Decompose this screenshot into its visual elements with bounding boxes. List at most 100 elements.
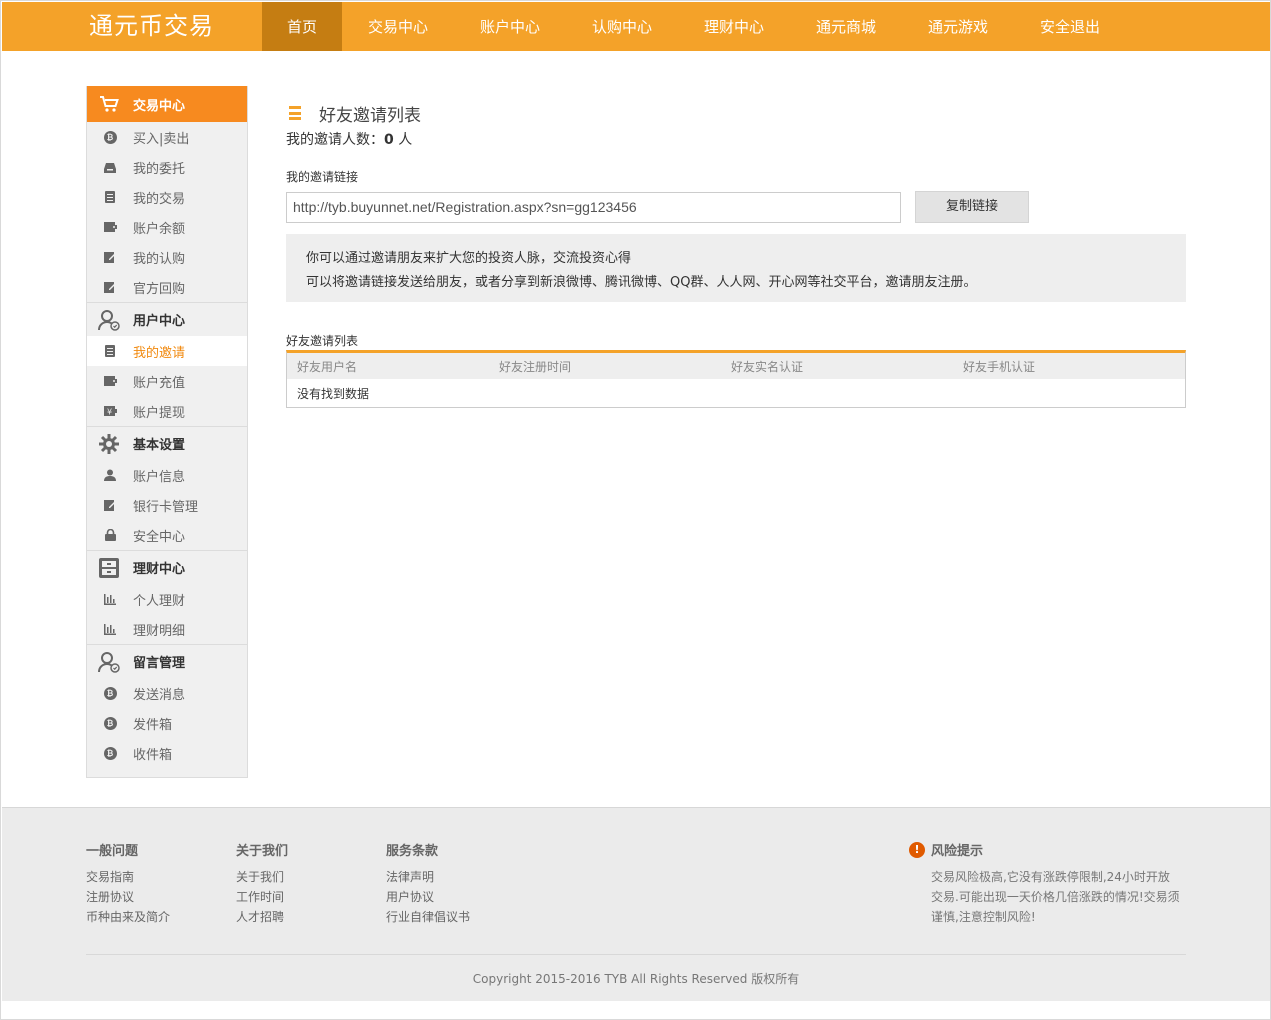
page-title: 好友邀请列表 (286, 101, 1186, 126)
footer-col-faq: 一般问题 交易指南 注册协议 币种由来及简介 (86, 840, 170, 927)
coin-icon: ₿ (103, 686, 117, 700)
sidebar-item-label: 账户充值 (133, 375, 186, 391)
sidebar-item-personal-finance[interactable]: 个人理财 (87, 584, 247, 614)
footer-link[interactable]: 注册协议 (86, 887, 170, 907)
footer-col-title: 服务条款 (386, 844, 439, 859)
footer-link[interactable]: 人才招聘 (236, 907, 288, 927)
footer-col-title: 一般问题 (86, 844, 139, 859)
sidebar-item-label: 账户余额 (133, 221, 186, 237)
sidebar-item-my-invites[interactable]: 我的邀请 (87, 336, 247, 366)
lock-icon (103, 528, 117, 542)
tip-line: 可以将邀请链接发送给朋友，或者分享到新浪微博、腾讯微博、QQ群、人人网、开心网等… (306, 275, 977, 290)
nav-account-center[interactable]: 账户中心 (454, 2, 566, 51)
sidebar-section-title: 留言管理 (133, 656, 186, 671)
edit-icon (103, 250, 117, 264)
sidebar-item-send-message[interactable]: ₿ 发送消息 (87, 678, 247, 708)
sidebar-item-label: 我的邀请 (133, 345, 186, 361)
sidebar: 交易中心 ₿ 买入|卖出 我的委托 我的交易 账户余额 我的认购 官方回购 用户中… (86, 86, 248, 778)
sidebar-item-label: 我的认购 (133, 251, 186, 267)
sidebar-item-buy-sell[interactable]: ₿ 买入|卖出 (87, 122, 247, 152)
sidebar-item-deposit[interactable]: 账户充值 (87, 366, 247, 396)
cart-icon (97, 93, 121, 115)
nav-finance-center[interactable]: 理财中心 (678, 2, 790, 51)
sidebar-item-account-info[interactable]: 账户信息 (87, 460, 247, 490)
wallet-icon (103, 374, 117, 388)
sidebar-item-bank-cards[interactable]: 银行卡管理 (87, 490, 247, 520)
sidebar-item-buyback[interactable]: 官方回购 (87, 272, 247, 302)
sidebar-item-my-subscriptions[interactable]: 我的认购 (87, 242, 247, 272)
column-header: 好友注册时间 (499, 359, 572, 374)
footer-link[interactable]: 工作时间 (236, 887, 288, 907)
sidebar-item-label: 账户提现 (133, 405, 186, 421)
nav-logout[interactable]: 安全退出 (1014, 2, 1126, 51)
document-icon (103, 344, 117, 358)
sidebar-item-balance[interactable]: 账户余额 (87, 212, 247, 242)
sidebar-section-settings[interactable]: 基本设置 (87, 426, 247, 460)
svg-text:¥: ¥ (106, 408, 111, 417)
invite-table-label: 好友邀请列表 (286, 334, 359, 348)
yen-icon: ¥ (103, 404, 117, 418)
footer-col-about: 关于我们 关于我们 工作时间 人才招聘 (236, 840, 288, 927)
sidebar-item-label: 我的委托 (133, 161, 186, 177)
risk-title: ! 风险提示 (909, 840, 1181, 859)
sidebar-item-inbox[interactable]: ₿ 收件箱 (87, 738, 247, 768)
footer-link[interactable]: 法律声明 (386, 867, 470, 887)
list-icon (289, 106, 301, 120)
sidebar-item-label: 理财明细 (133, 623, 186, 639)
table-header: 好友用户名 好友注册时间 好友实名认证 好友手机认证 (287, 353, 1185, 379)
nav-trade-center[interactable]: 交易中心 (342, 2, 454, 51)
sidebar-section-finance[interactable]: 理财中心 (87, 550, 247, 584)
footer-link[interactable]: 行业自律倡议书 (386, 907, 470, 927)
risk-notice: ! 风险提示 交易风险极高,它没有涨跌停限制,24小时开放交易.可能出现一天价格几… (909, 840, 1181, 927)
nav-subscribe-center[interactable]: 认购中心 (566, 2, 678, 51)
brand-logo[interactable]: 通元币交易 (89, 10, 214, 42)
footer-link[interactable]: 币种由来及简介 (86, 907, 170, 927)
nav-home[interactable]: 首页 (262, 2, 342, 51)
gear-icon (97, 433, 121, 455)
risk-title-text: 风险提示 (931, 844, 984, 859)
copyright: Copyright 2015-2016 TYB All Rights Reser… (472, 972, 800, 986)
sidebar-item-my-trades[interactable]: 我的交易 (87, 182, 247, 212)
top-navbar: 通元币交易 首页 交易中心 账户中心 认购中心 理财中心 通元商城 通元游戏 安… (2, 2, 1270, 51)
sidebar-item-outbox[interactable]: ₿ 发件箱 (87, 708, 247, 738)
footer-col-terms: 服务条款 法律声明 用户协议 行业自律倡议书 (386, 840, 470, 927)
sidebar-item-label: 发送消息 (133, 687, 186, 703)
sidebar-item-label: 账户信息 (133, 469, 186, 485)
sidebar-item-label: 收件箱 (133, 747, 173, 763)
sidebar-item-label: 买入|卖出 (133, 131, 190, 147)
tray-icon (103, 160, 117, 174)
sidebar-item-label: 安全中心 (133, 529, 186, 545)
sidebar-item-label: 官方回购 (133, 281, 186, 297)
invite-link-label: 我的邀请链接 (286, 170, 359, 184)
page-frame: 通元币交易 首页 交易中心 账户中心 认购中心 理财中心 通元商城 通元游戏 安… (0, 0, 1271, 1020)
footer-col-title: 关于我们 (236, 844, 289, 859)
column-header: 好友实名认证 (731, 359, 804, 374)
column-header: 好友用户名 (297, 359, 358, 374)
invite-link-row: 复制链接 (286, 191, 1186, 223)
sidebar-section-title: 用户中心 (133, 314, 186, 329)
sidebar-item-my-orders[interactable]: 我的委托 (87, 152, 247, 182)
invite-count-unit: 人 (393, 132, 413, 148)
sidebar-item-security[interactable]: 安全中心 (87, 520, 247, 550)
sidebar-item-finance-details[interactable]: 理财明细 (87, 614, 247, 644)
footer-link[interactable]: 关于我们 (236, 867, 288, 887)
footer-link[interactable]: 用户协议 (386, 887, 470, 907)
sidebar-item-label: 我的交易 (133, 191, 186, 207)
warning-icon: ! (909, 841, 925, 858)
sidebar-section-user[interactable]: 用户中心 (87, 302, 247, 336)
sidebar-section-trade[interactable]: 交易中心 (87, 86, 247, 122)
nav-games[interactable]: 通元游戏 (902, 2, 1014, 51)
empty-row: 没有找到数据 (297, 386, 370, 401)
footer-link[interactable]: 交易指南 (86, 867, 170, 887)
user-settings-icon (97, 651, 121, 673)
safe-icon (97, 557, 121, 579)
edit-icon (103, 280, 117, 294)
invite-link-input[interactable] (286, 191, 901, 223)
sidebar-item-label: 银行卡管理 (133, 499, 199, 515)
nav-mall[interactable]: 通元商城 (790, 2, 902, 51)
copy-link-button[interactable]: 复制链接 (915, 191, 1029, 223)
sidebar-section-messages[interactable]: 留言管理 (87, 644, 247, 678)
invite-count-value: 0 (384, 132, 394, 148)
sidebar-item-withdraw[interactable]: ¥ 账户提现 (87, 396, 247, 426)
column-header: 好友手机认证 (963, 359, 1036, 374)
